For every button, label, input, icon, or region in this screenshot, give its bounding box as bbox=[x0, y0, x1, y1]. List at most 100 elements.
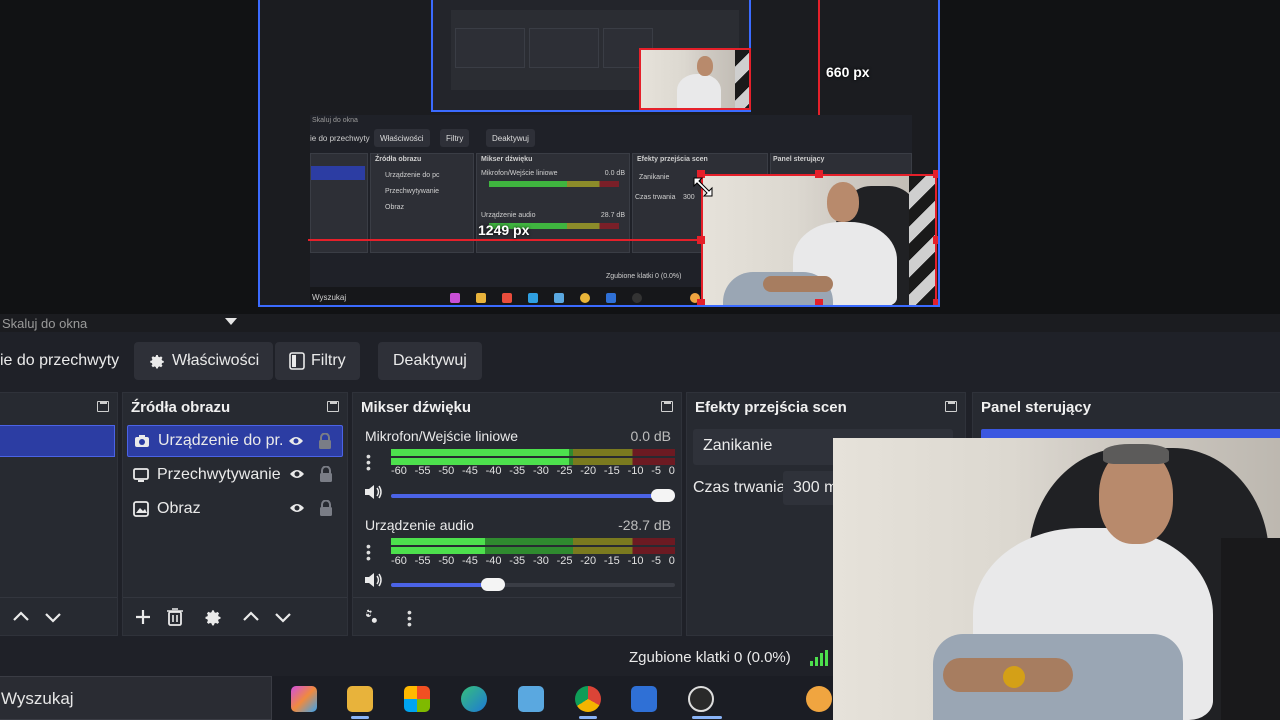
copilot-icon[interactable] bbox=[291, 686, 317, 712]
mini-sources-dock: Źródła obrazu Urządzenie do pc Przechwyt… bbox=[370, 153, 474, 253]
eye-icon[interactable] bbox=[288, 435, 304, 447]
trash-icon[interactable] bbox=[165, 607, 185, 627]
filter-icon bbox=[289, 352, 305, 370]
kebab-menu-icon[interactable]: • • • bbox=[366, 449, 371, 475]
signal-strength-icon bbox=[810, 650, 828, 666]
mini-mixer-db: 28.7 dB bbox=[600, 212, 625, 219]
mini-filters-button: Filtry bbox=[440, 129, 470, 147]
mini-store-icon bbox=[502, 293, 512, 303]
resize-handle-b[interactable] bbox=[815, 299, 823, 305]
properties-button[interactable]: Właściwości bbox=[134, 342, 274, 380]
float-dock-icon[interactable] bbox=[327, 401, 339, 412]
mixer-channel-db: 0.0 dB bbox=[630, 428, 671, 444]
control-title-text: Panel sterujący bbox=[981, 399, 1092, 416]
person-shirt bbox=[677, 74, 721, 108]
source-item-camera[interactable]: Urządzenie do pr. bbox=[127, 425, 343, 457]
taskbar-search-input[interactable]: Wyszukaj bbox=[0, 676, 272, 720]
deactivate-label: Deaktywuj bbox=[393, 352, 467, 369]
source-item-image[interactable]: Obraz bbox=[127, 493, 343, 525]
microsoft-store-icon[interactable] bbox=[404, 686, 430, 712]
resize-handle-bl[interactable] bbox=[697, 299, 705, 305]
kebab-menu-icon[interactable]: • • • bbox=[407, 605, 412, 631]
mixer-channel-name: Urządzenie audio bbox=[365, 517, 474, 533]
meter-tick-label: -35 bbox=[509, 555, 526, 567]
meter-tick-label: 0 bbox=[668, 555, 675, 567]
volume-knob[interactable] bbox=[651, 489, 675, 502]
resize-handle-l[interactable] bbox=[697, 236, 705, 244]
preview-canvas[interactable]: 660 px Skaluj do okna ie do przechwyty W… bbox=[258, 0, 940, 307]
chevron-down-icon[interactable] bbox=[225, 318, 237, 325]
speaker-icon[interactable] bbox=[363, 484, 383, 500]
meter-tick-label: -30 bbox=[532, 465, 549, 477]
lock-icon[interactable] bbox=[318, 433, 332, 449]
speaker-icon[interactable] bbox=[363, 572, 383, 588]
mini-outlook-icon bbox=[606, 293, 616, 303]
volume-slider[interactable] bbox=[391, 578, 675, 591]
taskbar-search-text: Wyszukaj bbox=[1, 689, 74, 708]
mini-source-item: Przechwytywanie bbox=[385, 188, 440, 195]
outlook-icon[interactable] bbox=[631, 686, 657, 712]
resize-handle-tr[interactable] bbox=[933, 170, 938, 178]
edge-icon[interactable] bbox=[461, 686, 487, 712]
advanced-audio-gear-icon[interactable] bbox=[361, 607, 381, 627]
deactivate-button[interactable]: Deaktywuj bbox=[378, 342, 482, 380]
volume-knob[interactable] bbox=[480, 578, 505, 591]
chevron-up-icon[interactable] bbox=[241, 607, 261, 627]
mini-fade: Zanikanie bbox=[639, 174, 670, 181]
chrome-icon[interactable] bbox=[575, 686, 601, 712]
meter-ticks: -60 -55 -50 -45 -40 -35 -30 -25 -20 -15 -10 -5 0 bbox=[391, 555, 675, 567]
filters-button[interactable]: Filtry bbox=[275, 342, 360, 380]
float-dock-icon[interactable] bbox=[661, 401, 673, 412]
lock-icon[interactable] bbox=[319, 500, 333, 516]
chevron-down-icon[interactable] bbox=[43, 607, 63, 627]
duration-label: Czas trwania bbox=[693, 479, 786, 496]
float-dock-icon[interactable] bbox=[97, 401, 109, 412]
selected-scene-item[interactable] bbox=[0, 425, 115, 457]
capture-device-label: ie do przechwyty bbox=[0, 352, 120, 369]
mixer-title-text: Mikser dźwięku bbox=[361, 399, 472, 416]
meter-tick-label: -45 bbox=[461, 465, 478, 477]
mini-folder-icon bbox=[476, 293, 486, 303]
meter-tick-label: -60 bbox=[391, 465, 407, 477]
weather-icon[interactable] bbox=[806, 686, 832, 712]
dropped-frames-text: Zgubione klatki 0 (0.0%) bbox=[629, 649, 791, 666]
capture-device-label-cut: ie do przechwyty bbox=[0, 342, 133, 380]
meter-ticks: -60 -55 -50 -45 -40 -35 -30 -25 -20 -15 -10 -5 0 bbox=[391, 465, 675, 477]
preview-area[interactable]: 660 px Skaluj do okna ie do przechwyty W… bbox=[0, 0, 1280, 314]
meter-tick-label: -55 bbox=[414, 555, 431, 567]
mini-selected-scene bbox=[311, 166, 365, 180]
resize-handle-br[interactable] bbox=[933, 299, 938, 305]
person-head bbox=[827, 182, 859, 222]
image-icon bbox=[133, 501, 149, 517]
chevron-up-icon[interactable] bbox=[11, 607, 31, 627]
audio-meter bbox=[391, 538, 675, 545]
this-pc-icon[interactable] bbox=[518, 686, 544, 712]
mini-mixer-db: 0.0 dB bbox=[604, 170, 625, 177]
mini-mixer-channel: Mikrofon/Wejście liniowe bbox=[481, 170, 558, 177]
file-explorer-icon[interactable] bbox=[347, 686, 373, 712]
mini-dropped: Zgubione klatki 0 (0.0%) bbox=[606, 273, 682, 280]
eye-icon[interactable] bbox=[289, 468, 305, 480]
resize-handle-r[interactable] bbox=[933, 236, 938, 244]
resize-handle-t[interactable] bbox=[815, 170, 823, 178]
camera-source-selection[interactable] bbox=[701, 174, 937, 305]
nested-panel bbox=[529, 28, 599, 68]
float-dock-icon[interactable] bbox=[945, 401, 957, 412]
obs-studio-icon[interactable] bbox=[688, 686, 714, 712]
plus-icon[interactable] bbox=[133, 607, 153, 627]
sources-title-text: Źródła obrazu bbox=[131, 399, 231, 416]
mini-transitions-title: Efekty przejścia scen bbox=[637, 156, 708, 163]
lock-icon[interactable] bbox=[319, 466, 333, 482]
chevron-down-icon[interactable] bbox=[273, 607, 293, 627]
volume-slider[interactable] bbox=[391, 489, 675, 502]
resize-cursor-icon bbox=[693, 177, 713, 197]
meter-tick-label: -50 bbox=[438, 555, 455, 567]
gear-icon[interactable] bbox=[203, 607, 223, 627]
source-item-capture[interactable]: Przechwytywanie bbox=[127, 459, 343, 491]
kebab-menu-icon[interactable]: • • • bbox=[366, 539, 371, 565]
eye-icon[interactable] bbox=[289, 502, 305, 514]
mini-copilot-icon bbox=[450, 293, 460, 303]
width-dimension-label: 660 px bbox=[826, 64, 870, 80]
nested-preview bbox=[431, 0, 751, 112]
scale-mode-dropdown[interactable]: Skaluj do okna bbox=[0, 314, 1280, 332]
